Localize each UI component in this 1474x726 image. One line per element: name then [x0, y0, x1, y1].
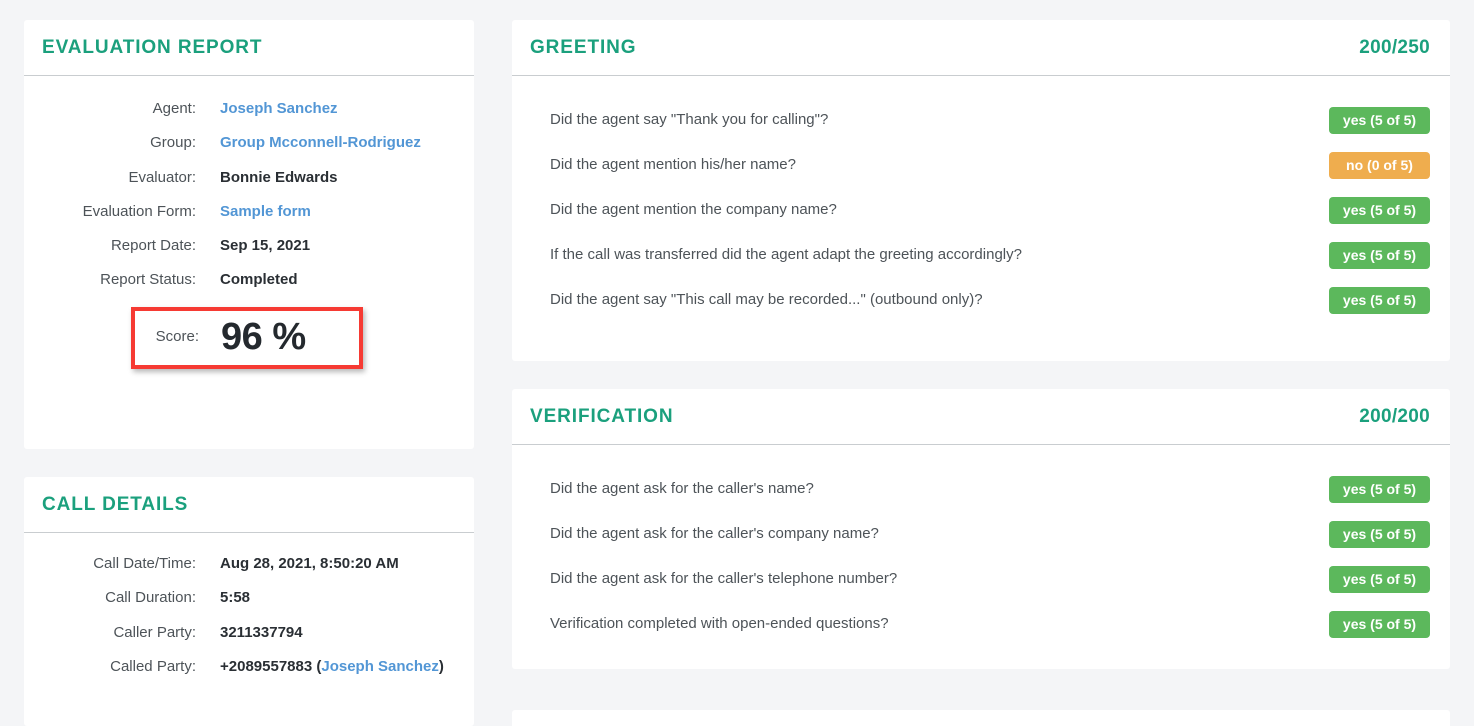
question-row: Did the agent mention the company name? … [512, 188, 1450, 233]
question-row: Did the agent say "This call may be reco… [512, 278, 1450, 323]
greeting-section-header: GREETING 200/250 [512, 20, 1450, 76]
call-details-title: CALL DETAILS [42, 494, 189, 515]
status-badge[interactable]: yes (5 of 5) [1329, 287, 1430, 314]
evaluation-report-details: Agent: Joseph Sanchez Group: Group Mccon… [24, 76, 474, 369]
status-badge[interactable]: yes (5 of 5) [1329, 242, 1430, 269]
report-date-value: Sep 15, 2021 [220, 237, 311, 255]
verification-section-card: VERIFICATION 200/200 Did the agent ask f… [512, 389, 1450, 669]
detail-row-caller-party: Caller Party: 3211337794 [24, 616, 474, 650]
evaluator-value: Bonnie Edwards [220, 168, 338, 186]
caller-party-value: 3211337794 [220, 623, 303, 641]
question-text: Did the agent ask for the caller's compa… [550, 525, 879, 543]
evaluation-form-value-link[interactable]: Sample form [220, 200, 311, 224]
greeting-section-title: GREETING [530, 37, 637, 58]
called-party-value: +2089557883 (Joseph Sanchez) [220, 655, 444, 679]
status-badge[interactable]: yes (5 of 5) [1329, 197, 1430, 224]
score-label: Score: [155, 328, 199, 346]
call-details-list: Call Date/Time: Aug 28, 2021, 8:50:20 AM… [24, 533, 474, 684]
greeting-section-card: GREETING 200/250 Did the agent say "Than… [512, 20, 1450, 361]
status-badge[interactable]: yes (5 of 5) [1329, 566, 1430, 593]
detail-row-group: Group: Group Mcconnell-Rodriguez [24, 126, 474, 160]
call-datetime-value: Aug 28, 2021, 8:50:20 AM [220, 555, 399, 572]
question-text: Did the agent say "Thank you for calling… [550, 111, 829, 129]
detail-row-called-party: Called Party: +2089557883 (Joseph Sanche… [24, 650, 474, 684]
question-text: Did the agent say "This call may be reco… [550, 291, 983, 309]
report-date-label: Report Date: [110, 237, 196, 255]
verification-section-score: 200/200 [1359, 406, 1430, 427]
question-row: Did the agent ask for the caller's name?… [512, 467, 1450, 512]
detail-row-agent: Agent: Joseph Sanchez [24, 92, 474, 126]
evaluation-report-card: EVALUATION REPORT Agent: Joseph Sanchez … [24, 20, 474, 449]
caller-party-label: Caller Party: [113, 623, 196, 641]
agent-value-link[interactable]: Joseph Sanchez [220, 97, 338, 121]
call-duration-label: Call Duration: [105, 589, 196, 607]
question-row: If the call was transferred did the agen… [512, 233, 1450, 278]
status-badge[interactable]: yes (5 of 5) [1329, 521, 1430, 548]
group-label: Group: [150, 134, 196, 152]
report-status-label: Report Status: [100, 271, 196, 289]
score-value: 96 % [221, 315, 306, 358]
question-row: Did the agent mention his/her name? no (… [512, 143, 1450, 188]
report-status-value: Completed [220, 271, 298, 289]
evaluator-label: Evaluator: [128, 168, 196, 186]
evaluation-report-header: EVALUATION REPORT [24, 20, 474, 76]
called-party-label: Called Party: [110, 657, 196, 675]
status-badge[interactable]: yes (5 of 5) [1329, 611, 1430, 638]
call-datetime-label: Call Date/Time: [93, 555, 196, 572]
greeting-question-list: Did the agent say "Thank you for calling… [512, 76, 1450, 341]
question-text: Verification completed with open-ended q… [550, 615, 889, 633]
called-party-number: +2089557883 ( [220, 657, 322, 675]
call-details-header: CALL DETAILS [24, 477, 474, 533]
group-value-link[interactable]: Group Mcconnell-Rodriguez [220, 131, 421, 155]
question-text: If the call was transferred did the agen… [550, 246, 1022, 264]
status-badge[interactable]: yes (5 of 5) [1329, 476, 1430, 503]
question-row: Did the agent ask for the caller's telep… [512, 557, 1450, 602]
evaluation-form-label: Evaluation Form: [82, 202, 196, 220]
score-highlight-box: Score: 96 % [131, 306, 363, 369]
detail-row-report-date: Report Date: Sep 15, 2021 [24, 229, 474, 263]
evaluation-report-page: EVALUATION REPORT Agent: Joseph Sanchez … [0, 0, 1474, 726]
called-party-suffix: ) [438, 657, 444, 675]
page-title: EVALUATION REPORT [42, 37, 263, 58]
detail-row-report-status: Report Status: Completed [24, 263, 474, 297]
called-party-agent-link[interactable]: Joseph Sanchez [321, 658, 439, 675]
question-text: Did the agent ask for the caller's name? [550, 480, 814, 498]
greeting-section-score: 200/250 [1359, 37, 1430, 58]
question-row: Did the agent ask for the caller's compa… [512, 512, 1450, 557]
call-duration-value: 5:58 [220, 589, 251, 607]
question-text: Did the agent mention the company name? [550, 201, 837, 219]
status-badge[interactable]: yes (5 of 5) [1329, 107, 1430, 134]
agent-label: Agent: [152, 100, 196, 117]
question-row: Verification completed with open-ended q… [512, 602, 1450, 647]
detail-row-evaluation-form: Evaluation Form: Sample form [24, 195, 474, 229]
question-row: Did the agent say "Thank you for calling… [512, 98, 1450, 143]
question-text: Did the agent mention his/her name? [550, 156, 796, 174]
verification-section-header: VERIFICATION 200/200 [512, 389, 1450, 445]
verification-question-list: Did the agent ask for the caller's name?… [512, 445, 1450, 665]
detail-row-evaluator: Evaluator: Bonnie Edwards [24, 161, 474, 195]
question-text: Did the agent ask for the caller's telep… [550, 570, 898, 588]
detail-row-call-duration: Call Duration: 5:58 [24, 581, 474, 615]
next-section-card [512, 710, 1450, 726]
detail-row-call-datetime: Call Date/Time: Aug 28, 2021, 8:50:20 AM [24, 547, 474, 581]
status-badge[interactable]: no (0 of 5) [1329, 152, 1430, 179]
verification-section-title: VERIFICATION [530, 406, 674, 427]
call-details-card: CALL DETAILS Call Date/Time: Aug 28, 202… [24, 477, 474, 726]
